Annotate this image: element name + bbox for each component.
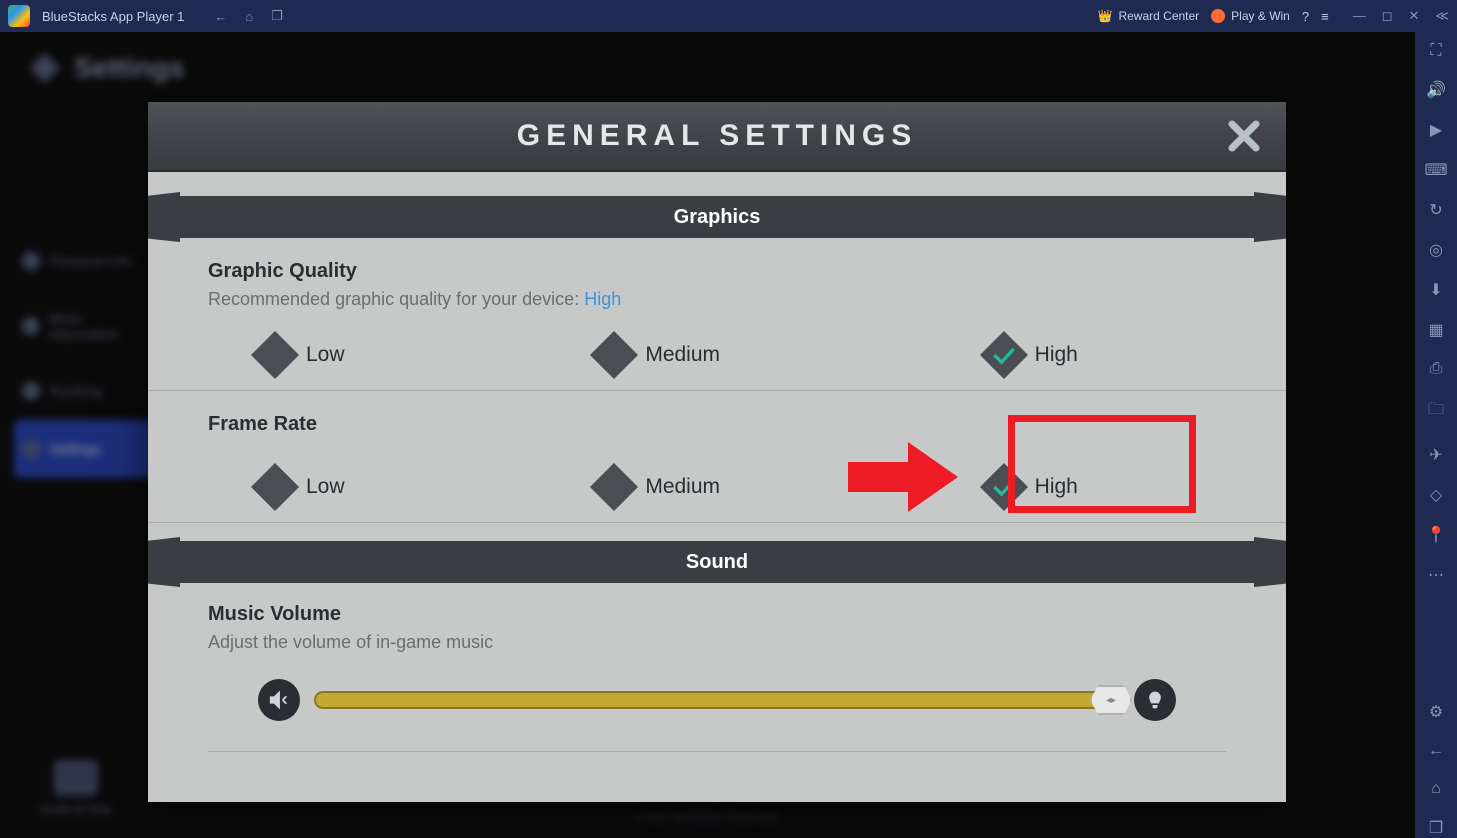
graphic-quality-high[interactable]: High <box>837 338 1226 372</box>
radio-diamond-checked-icon <box>980 331 1028 379</box>
crown-icon: 👑 <box>1098 9 1113 23</box>
screenshot-icon[interactable]: ⎙ <box>1430 360 1443 378</box>
volume-icon[interactable]: 🔊 <box>1426 80 1446 100</box>
rotate-icon[interactable]: ◇ <box>1430 485 1442 505</box>
radio-diamond-icon <box>251 463 299 511</box>
frame-rate-medium[interactable]: Medium <box>497 470 836 504</box>
recommended-value: High <box>584 289 621 309</box>
fullscreen-icon[interactable]: ⛶ <box>1430 42 1441 60</box>
target-icon[interactable]: ◎ <box>1429 240 1443 260</box>
maximize-button[interactable]: ◻ <box>1382 8 1393 24</box>
app-title: BlueStacks App Player 1 <box>42 9 184 24</box>
close-modal-button[interactable] <box>1224 116 1264 156</box>
modal-header: GENERAL SETTINGS <box>148 102 1286 172</box>
music-volume-title: Music Volume <box>208 603 1226 626</box>
folder-icon[interactable]: 🗀 <box>1428 398 1444 425</box>
music-volume-desc: Adjust the volume of in-game music <box>208 632 1226 653</box>
location-icon[interactable]: 📍 <box>1426 525 1446 545</box>
general-settings-modal: GENERAL SETTINGS Graphics Graphic Qualit… <box>148 102 1286 802</box>
apk-icon[interactable]: ▦ <box>1428 320 1443 340</box>
bg-sidebar-ranking: Ranking <box>14 362 154 420</box>
airplane-icon[interactable]: ✈ <box>1429 445 1442 465</box>
play-icon[interactable]: ▶ <box>1430 120 1442 140</box>
play-win-button[interactable]: Play & Win <box>1211 9 1290 23</box>
radio-diamond-icon <box>590 331 638 379</box>
section-header-graphics: Graphics <box>148 196 1286 238</box>
mute-button[interactable] <box>258 679 300 721</box>
graphic-quality-options: Low Medium High <box>148 324 1286 391</box>
divider <box>208 751 1226 752</box>
bg-sidebar-more: More Information <box>14 290 154 362</box>
reward-center-button[interactable]: 👑 Reward Center <box>1098 9 1200 23</box>
titlebar-nav: ← ⌂ ❐ <box>214 8 283 24</box>
radio-diamond-icon <box>590 463 638 511</box>
sidebar-home-icon[interactable]: ⌂ <box>1431 780 1441 798</box>
bg-sidebar-settings: Settings <box>14 420 154 478</box>
playwin-label: Play & Win <box>1231 9 1290 23</box>
bg-back-diamond-icon <box>30 53 60 83</box>
download-icon[interactable]: ⬇ <box>1429 280 1442 300</box>
menu-icon[interactable]: ≡ <box>1321 9 1329 24</box>
sidebar-recents-icon[interactable]: ❐ <box>1429 818 1443 838</box>
history-icon[interactable]: ↻ <box>1429 200 1442 220</box>
help-icon[interactable]: ? <box>1302 9 1309 24</box>
bg-sidebar-personal: Personal Info <box>14 232 154 290</box>
collapse-sidebar-button[interactable]: ≪ <box>1435 8 1449 24</box>
reward-label: Reward Center <box>1118 9 1199 23</box>
copyright-text: © IGG All Rights Reserved. <box>635 810 781 824</box>
graphic-quality-low[interactable]: Low <box>258 338 497 372</box>
recents-icon[interactable]: ❐ <box>271 8 283 24</box>
right-toolbar: ⛶ 🔊 ▶ ⌨ ↻ ◎ ⬇ ▦ ⎙ 🗀 ✈ ◇ 📍 ⋯ ⚙ ← ⌂ ❐ <box>1415 32 1457 838</box>
flag-icon <box>54 760 98 796</box>
section-header-sound: Sound <box>148 541 1286 583</box>
close-window-button[interactable]: ✕ <box>1408 8 1419 24</box>
home-icon[interactable]: ⌂ <box>245 9 253 24</box>
bluestacks-logo-icon <box>8 5 30 27</box>
graphic-quality-desc: Recommended graphic quality for your dev… <box>208 289 1226 310</box>
titlebar: BlueStacks App Player 1 ← ⌂ ❐ 👑 Reward C… <box>0 0 1457 32</box>
keyboard-icon[interactable]: ⌨ <box>1424 160 1447 180</box>
graphic-quality-medium[interactable]: Medium <box>497 338 836 372</box>
radio-diamond-icon <box>251 331 299 379</box>
frame-rate-low[interactable]: Low <box>258 470 497 504</box>
slider-handle[interactable]: ◂▸ <box>1090 685 1132 715</box>
annotation-arrow-icon <box>848 442 958 512</box>
bg-page-title: Settings <box>74 52 184 84</box>
more-icon[interactable]: ⋯ <box>1428 565 1444 585</box>
minimize-button[interactable]: — <box>1353 8 1366 24</box>
bg-guide-help: Guide & Help <box>40 760 111 816</box>
game-viewport: Settings Personal Info More Information … <box>0 32 1415 838</box>
sound-max-button[interactable] <box>1134 679 1176 721</box>
back-icon[interactable]: ← <box>214 9 227 24</box>
annotation-highlight-box <box>1008 415 1196 513</box>
graphic-quality-title: Graphic Quality <box>208 260 1226 283</box>
modal-title: GENERAL SETTINGS <box>517 119 917 153</box>
settings-gear-icon[interactable]: ⚙ <box>1429 702 1443 722</box>
sidebar-back-icon[interactable]: ← <box>1428 742 1444 760</box>
music-volume-group: Music Volume Adjust the volume of in-gam… <box>148 583 1286 751</box>
playwin-icon <box>1211 9 1225 23</box>
graphic-quality-group: Graphic Quality Recommended graphic qual… <box>148 238 1286 324</box>
music-volume-slider[interactable]: ◂▸ <box>314 691 1120 709</box>
